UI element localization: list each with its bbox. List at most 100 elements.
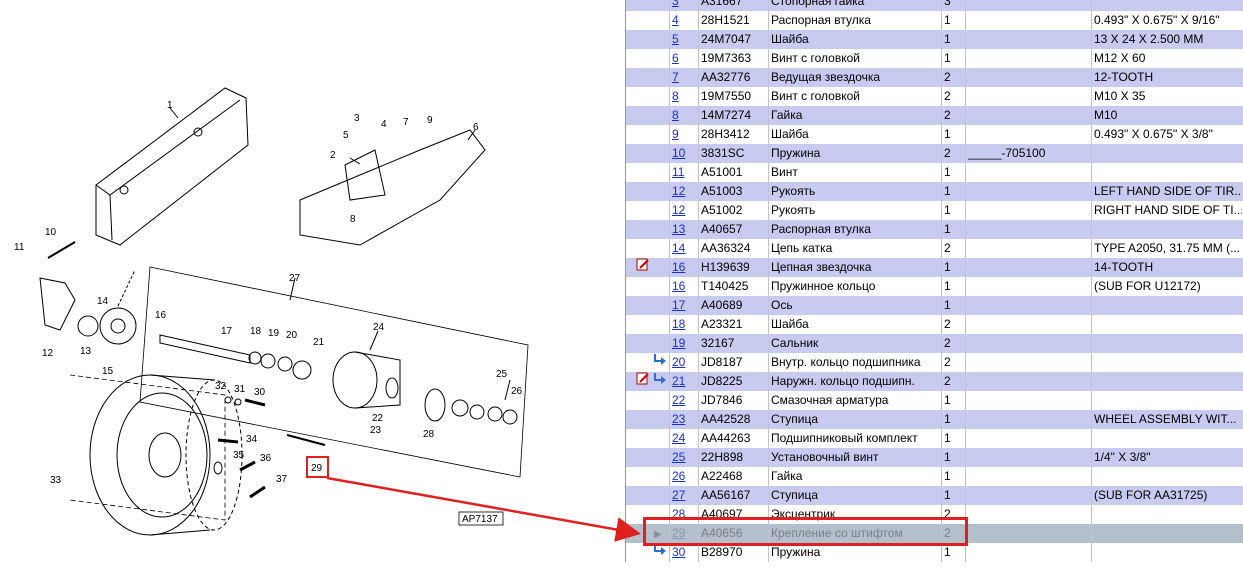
table-row[interactable]: 24 AA44263 Подшипниковый комплект 1	[626, 429, 1243, 448]
table-row[interactable]: 20 JD8187 Внутр. кольцо подшипника 2	[626, 353, 1243, 372]
table-row[interactable]: 23 AA42528 Ступица 1 WHEEL ASSEMBLY WIT...	[626, 410, 1243, 429]
cell-position[interactable]: 13	[672, 220, 698, 239]
position-link[interactable]: 8	[672, 89, 679, 103]
replacement-arrow-icon[interactable]	[652, 372, 668, 391]
position-link[interactable]: 16	[672, 279, 685, 293]
position-link[interactable]: 21	[672, 374, 685, 388]
table-row[interactable]: 22 JD7846 Смазочная арматура 1	[626, 391, 1243, 410]
note-icon[interactable]	[636, 372, 650, 391]
cell-position[interactable]: 10	[672, 144, 698, 163]
table-row[interactable]: 16 H139639 Цепная звездочка 1 14-TOOTH	[626, 258, 1243, 277]
position-link[interactable]: 19	[672, 336, 685, 350]
cell-position[interactable]: 12	[672, 182, 698, 201]
table-row[interactable]: 30 B28970 Пружина 1	[626, 543, 1243, 562]
cell-position[interactable]: 29	[672, 524, 698, 543]
table-row[interactable]: 18 A23321 Шайба 2	[626, 315, 1243, 334]
position-link[interactable]: 14	[672, 241, 685, 255]
position-link[interactable]: 17	[672, 298, 685, 312]
table-row[interactable]: 8 14M7274 Гайка 2 M10	[626, 106, 1243, 125]
position-link[interactable]: 30	[672, 545, 685, 559]
cell-position[interactable]: 5	[672, 30, 698, 49]
replacement-arrow-icon[interactable]	[652, 353, 668, 372]
table-row[interactable]: 10 3831SC Пружина 2 _____-705100	[626, 144, 1243, 163]
position-link[interactable]: 11	[672, 165, 684, 179]
table-row[interactable]: 28 A40697 Эксцентрик 2	[626, 505, 1243, 524]
cell-position[interactable]: 9	[672, 125, 698, 144]
cell-position[interactable]: 16	[672, 277, 698, 296]
position-link[interactable]: 29	[672, 526, 685, 540]
cell-position[interactable]: 11	[672, 163, 698, 182]
cell-position[interactable]: 14	[672, 239, 698, 258]
cell-position[interactable]: 4	[672, 11, 698, 30]
cell-position[interactable]: 26	[672, 467, 698, 486]
cell-position[interactable]: 18	[672, 315, 698, 334]
cell-position[interactable]: 22	[672, 391, 698, 410]
table-row[interactable]: 21 JD8225 Наружн. кольцо подшипн. 2	[626, 372, 1243, 391]
position-link[interactable]: 3	[672, 0, 679, 8]
column-divider	[965, 182, 966, 201]
cell-position[interactable]: 16	[672, 258, 698, 277]
position-link[interactable]: 13	[672, 222, 685, 236]
position-link[interactable]: 16	[672, 260, 685, 274]
table-row[interactable]: 5 24M7047 Шайба 1 13 X 24 X 2.500 MM	[626, 30, 1243, 49]
cell-position[interactable]: 23	[672, 410, 698, 429]
position-link[interactable]: 27	[672, 488, 685, 502]
table-row[interactable]: 3 A31667 Стопорная гайка 3	[626, 0, 1243, 11]
position-link[interactable]: 6	[672, 51, 679, 65]
cell-position[interactable]: 27	[672, 486, 698, 505]
cell-position[interactable]: 12	[672, 201, 698, 220]
position-link[interactable]: 12	[672, 203, 685, 217]
cell-position[interactable]: 28	[672, 505, 698, 524]
table-row[interactable]: 19 32167 Сальник 2	[626, 334, 1243, 353]
table-row[interactable]: 17 A40689 Ось 1	[626, 296, 1243, 315]
table-row[interactable]: 9 28H3412 Шайба 1 0.493" X 0.675" X 3/8"	[626, 125, 1243, 144]
table-row[interactable]: 14 AA36324 Цепь катка 2 TYPE A2050, 31.75 MM…	[626, 239, 1243, 258]
position-link[interactable]: 25	[672, 450, 685, 464]
table-row[interactable]: 6 19M7363 Винт с головкой 1 M12 X 60	[626, 49, 1243, 68]
cell-position[interactable]: 19	[672, 334, 698, 353]
table-row[interactable]: 4 28H1521 Распорная втулка 1 0.493" X 0.675"…	[626, 11, 1243, 30]
cell-position[interactable]: 7	[672, 68, 698, 87]
position-link[interactable]: 8	[672, 108, 679, 122]
cell-position[interactable]: 8	[672, 106, 698, 125]
position-link[interactable]: 4	[672, 13, 679, 27]
position-link[interactable]: 12	[672, 184, 685, 198]
position-link[interactable]: 28	[672, 507, 685, 521]
cell-position[interactable]: 25	[672, 448, 698, 467]
table-row[interactable]: 27 AA56167 Ступица 1 (SUB FOR AA31725)	[626, 486, 1243, 505]
position-link[interactable]: 5	[672, 32, 679, 46]
column-divider	[941, 239, 942, 258]
replacement-arrow-icon[interactable]	[652, 543, 668, 562]
table-row[interactable]: 16 T140425 Пружинное кольцо 1 (SUB FOR U1217…	[626, 277, 1243, 296]
table-row[interactable]: 12 A51002 Рукоять 1 RIGHT HAND SIDE OF TI...	[626, 201, 1243, 220]
position-link[interactable]: 26	[672, 469, 685, 483]
cell-position[interactable]: 20	[672, 353, 698, 372]
cell-position[interactable]: 21	[672, 372, 698, 391]
table-row[interactable]: 12 A51003 Рукоять 1 LEFT HAND SIDE OF TIR...	[626, 182, 1243, 201]
cell-serial-range	[968, 429, 1090, 448]
cell-position[interactable]: 30	[672, 543, 698, 562]
table-row[interactable]: 11 A51001 Винт 1	[626, 163, 1243, 182]
table-row[interactable]: 25 22H898 Установочный винт 1 1/4" X 3/8"	[626, 448, 1243, 467]
position-link[interactable]: 18	[672, 317, 685, 331]
table-row[interactable]: ▶ 29 A40656 Крепление со штифтом 2	[626, 524, 1243, 543]
table-row[interactable]: 7 AA32776 Ведущая звездочка 2 12-TOOTH	[626, 68, 1243, 87]
table-row[interactable]: 8 19M7550 Винт с головкой 2 M10 X 35	[626, 87, 1243, 106]
position-link[interactable]: 24	[672, 431, 685, 445]
cell-position[interactable]: 24	[672, 429, 698, 448]
note-icon[interactable]	[636, 258, 650, 277]
position-link[interactable]: 22	[672, 393, 685, 407]
column-divider	[768, 543, 769, 562]
callout-34: 34	[246, 434, 258, 445]
cell-position[interactable]: 8	[672, 87, 698, 106]
position-link[interactable]: 10	[672, 146, 685, 160]
cell-position[interactable]: 6	[672, 49, 698, 68]
position-link[interactable]: 20	[672, 355, 685, 369]
position-link[interactable]: 9	[672, 127, 679, 141]
position-link[interactable]: 7	[672, 70, 679, 84]
cell-position[interactable]: 17	[672, 296, 698, 315]
cell-position[interactable]: 3	[672, 0, 698, 11]
table-row[interactable]: 13 A40657 Распорная втулка 1	[626, 220, 1243, 239]
position-link[interactable]: 23	[672, 412, 685, 426]
table-row[interactable]: 26 A22468 Гайка 1	[626, 467, 1243, 486]
